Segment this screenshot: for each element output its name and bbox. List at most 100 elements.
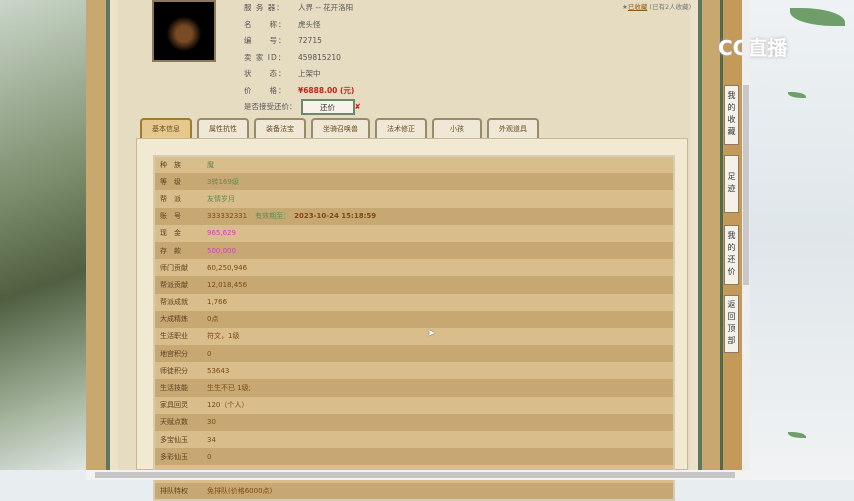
bargain-rejected-icon: ✘ bbox=[354, 102, 361, 111]
mouse-cursor-icon: ➤ bbox=[427, 328, 436, 339]
value-text: 友情岁月 bbox=[207, 194, 235, 203]
row-label: 排队特权 bbox=[154, 482, 202, 500]
background-left bbox=[0, 0, 86, 470]
row-label: 帮 派 bbox=[154, 190, 202, 208]
row-value: 1,766 bbox=[202, 293, 674, 311]
table-row: 师徒积分 53643 bbox=[154, 362, 674, 380]
info-label: 编 号： bbox=[244, 36, 287, 45]
row-value: 0 bbox=[202, 345, 674, 363]
tab-0[interactable]: 基本信息 bbox=[140, 118, 192, 138]
table-row: 家具回灵 120（个人） bbox=[154, 396, 674, 414]
expiry-value: 2023-10-24 15:18:59 bbox=[294, 212, 377, 221]
row-label: 现 金 bbox=[154, 224, 202, 242]
value-text: 0 bbox=[207, 349, 212, 358]
row-value: 符文，1级 bbox=[202, 327, 674, 346]
favorite-status[interactable]: ★已收藏 (已有2人收藏) bbox=[622, 1, 691, 11]
value-text: 0 bbox=[207, 452, 212, 461]
table-row: 生活技能 生生不已 1级; bbox=[154, 379, 674, 397]
bargain-label: 是否接受还价： bbox=[244, 102, 297, 111]
side-nav-0[interactable]: 我的收藏 bbox=[724, 85, 739, 145]
table-row: 等 级 3转169级 bbox=[154, 173, 674, 191]
vertical-scroll-thumb[interactable] bbox=[743, 85, 749, 285]
tab-1[interactable]: 属性抗性 bbox=[197, 118, 249, 138]
info-label: 服 务 器： bbox=[244, 3, 285, 12]
info-row: 名 称： 虎头怪 bbox=[244, 17, 361, 34]
info-row: 卖 家 ID： 459815210 bbox=[244, 50, 361, 67]
row-value: 965,629 bbox=[202, 224, 674, 242]
side-nav-3[interactable]: 返回顶部 bbox=[724, 295, 739, 353]
row-label: 生活职业 bbox=[154, 327, 202, 346]
table-row: 存 款 500,000 bbox=[154, 241, 674, 260]
side-nav-1[interactable]: 足迹 bbox=[724, 155, 739, 213]
row-value: 3转169级 bbox=[202, 173, 674, 191]
table-row: 现 金 965,629 bbox=[154, 224, 674, 242]
info-label: 状 态： bbox=[244, 69, 287, 78]
row-label: 生活技能 bbox=[154, 379, 202, 397]
value-text: 333332331 bbox=[207, 212, 248, 221]
tab-3[interactable]: 坐骑召唤兽 bbox=[311, 118, 370, 138]
row-label: 多彩仙玉 bbox=[154, 448, 202, 466]
row-label: 帮派成就 bbox=[154, 293, 202, 311]
row-value: 魔 bbox=[202, 156, 674, 174]
bargain-row: 是否接受还价： 还价 ✘ bbox=[244, 99, 361, 116]
horizontal-scroll-thumb[interactable] bbox=[95, 472, 735, 478]
info-value: 上架中 bbox=[298, 69, 321, 78]
info-value: 虎头怪 bbox=[298, 19, 321, 29]
row-label: 师徒积分 bbox=[154, 362, 202, 380]
value-text: 0点 bbox=[207, 315, 219, 324]
table-row: 大成精炼 0点 bbox=[154, 310, 674, 328]
table-row: 帮 派友情岁月 bbox=[154, 190, 674, 208]
info-label: 卖 家 ID： bbox=[244, 52, 287, 62]
value-text: 53643 bbox=[207, 366, 230, 375]
row-value: 60,250,946 bbox=[202, 259, 674, 277]
row-label: 存 款 bbox=[154, 241, 202, 260]
row-value: 30 bbox=[202, 413, 674, 431]
bargain-button[interactable]: 还价 bbox=[300, 99, 355, 115]
tab-2[interactable]: 装备法宝 bbox=[254, 118, 306, 138]
row-label: 等 级 bbox=[154, 173, 202, 191]
table-row: 种 族魔 bbox=[154, 156, 674, 174]
info-label: 价 格： bbox=[244, 85, 287, 95]
row-value: 免排队(价格6000点) bbox=[202, 482, 674, 500]
row-value: 333332331 有效期至： 2023-10-24 15:18:59 bbox=[202, 207, 674, 225]
row-value: 34 bbox=[202, 431, 674, 449]
table-row: 师门贡献 60,250,946 bbox=[154, 259, 674, 277]
value-text: 60,250,946 bbox=[207, 263, 248, 272]
info-row: 服 务 器： 人界 -- 花开洛阳 bbox=[244, 0, 361, 17]
info-value: 72715 bbox=[298, 36, 322, 45]
side-nav-2[interactable]: 我的还价 bbox=[724, 225, 739, 285]
background-right bbox=[750, 0, 854, 480]
info-row: 价 格： ¥6888.00 (元) bbox=[244, 83, 361, 100]
tab-6[interactable]: 外观道具 bbox=[487, 118, 539, 138]
cc-live-logo: CC直播 bbox=[718, 36, 788, 60]
value-text: 500,000 bbox=[207, 246, 236, 255]
row-label: 帮派贡献 bbox=[154, 276, 202, 294]
tab-4[interactable]: 法术修正 bbox=[375, 118, 427, 138]
value-text: 120（个人） bbox=[207, 401, 249, 410]
row-value: 友情岁月 bbox=[202, 190, 674, 208]
table-row: 多彩仙玉 0 bbox=[154, 448, 674, 466]
table-row: 天赋点数 30 bbox=[154, 413, 674, 431]
value-text: 34 bbox=[207, 435, 216, 444]
row-value: 生生不已 1级; bbox=[202, 379, 674, 397]
table-row: 生活职业 符文，1级 bbox=[154, 327, 674, 346]
tab-5[interactable]: 小孩 bbox=[432, 118, 482, 138]
value-text: 符文，1级 bbox=[207, 332, 240, 341]
row-label: 师门贡献 bbox=[154, 259, 202, 277]
table-row: 多宝仙玉 34 bbox=[154, 431, 674, 449]
value-text: 免排队(价格6000点) bbox=[207, 486, 273, 495]
info-value: 人界 -- 花开洛阳 bbox=[298, 3, 354, 12]
info-row: 状 态： 上架中 bbox=[244, 66, 361, 83]
expiry-label: 有效期至： bbox=[255, 212, 291, 221]
value-text: 3转169级 bbox=[207, 177, 239, 186]
info-value: ¥6888.00 (元) bbox=[298, 85, 355, 95]
row-value: 0 bbox=[202, 448, 674, 466]
table-row: 帮派成就 1,766 bbox=[154, 293, 674, 311]
table-row: 帮派贡献 12,018,456 bbox=[154, 276, 674, 294]
info-label: 名 称： bbox=[244, 19, 287, 29]
value-text: 魔 bbox=[207, 161, 214, 170]
tab-bar: 基本信息 属性抗性 装备法宝 坐骑召唤兽 法术修正 小孩 外观道具 bbox=[140, 118, 539, 138]
row-value: 120（个人） bbox=[202, 396, 674, 414]
value-text: 965,629 bbox=[207, 229, 236, 238]
info-value: 459815210 bbox=[298, 52, 341, 62]
